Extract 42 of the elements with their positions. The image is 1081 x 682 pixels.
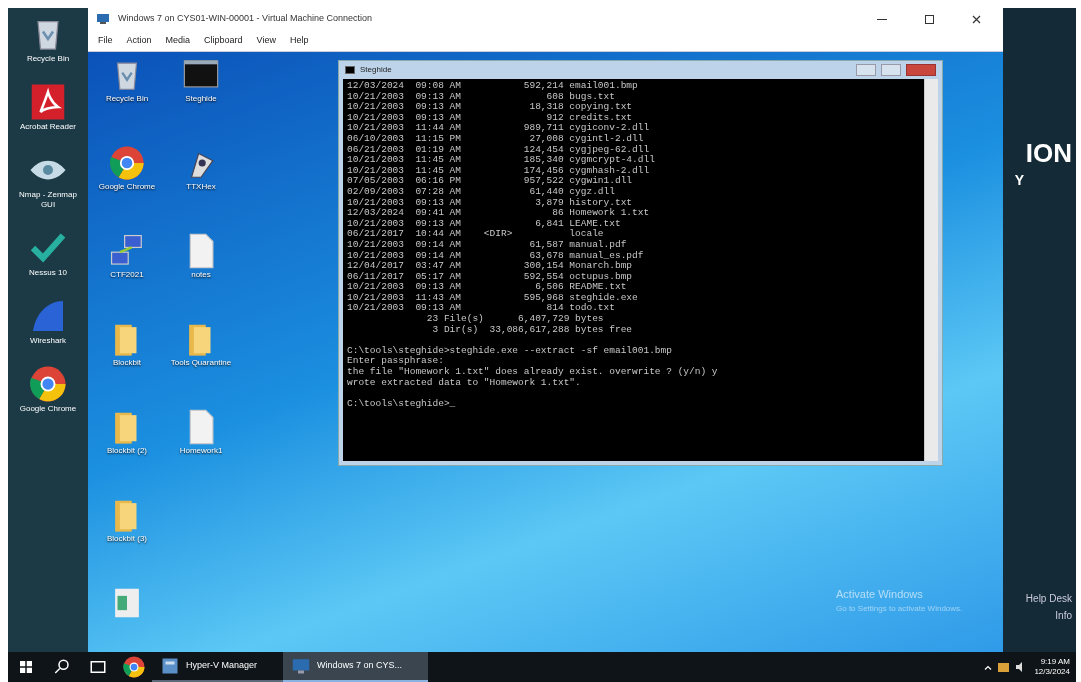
menu-item[interactable]: Media xyxy=(165,33,191,48)
icon-label[interactable]: Acrobat Reader xyxy=(20,122,76,132)
maximize-icon[interactable] xyxy=(925,14,934,24)
scrollbar[interactable] xyxy=(924,79,938,461)
icon-label[interactable]: CTF2021 xyxy=(110,270,144,280)
icon-label[interactable]: Steghide xyxy=(185,94,217,104)
taskbar-button[interactable]: Windows 7 on CYS... xyxy=(283,652,429,682)
icon-label[interactable]: Google Chrome xyxy=(19,404,77,414)
menu-item[interactable]: Action xyxy=(126,33,152,48)
icon-label[interactable]: Recycle Bin xyxy=(105,94,149,104)
icon-label[interactable]: Nessus 10 xyxy=(29,268,67,278)
desktop-text: Help Desk xyxy=(1025,592,1072,606)
activation-title: Activate Windows xyxy=(836,587,924,602)
minimize-icon[interactable] xyxy=(877,18,887,20)
clock-date[interactable]: 12/3/2024 xyxy=(1034,667,1070,677)
desktop-text: Info xyxy=(1055,609,1072,623)
browser-icon[interactable] xyxy=(28,364,68,404)
vm-connection-icon xyxy=(96,13,110,25)
wallpaper-text: Y xyxy=(1014,171,1024,190)
icon-label[interactable]: Wireshark xyxy=(30,336,66,346)
activation-subtitle: Go to Settings to activate Windows. xyxy=(836,602,963,615)
browser-icon[interactable] xyxy=(122,655,146,679)
icon-label[interactable]: Google Chrome xyxy=(98,182,156,192)
network-icon[interactable] xyxy=(998,662,1010,672)
chevron-up-icon[interactable] xyxy=(984,664,993,670)
window-title: Steghide xyxy=(360,64,392,76)
close-icon[interactable] xyxy=(972,14,981,24)
menu-item[interactable]: View xyxy=(256,33,276,48)
icon-label[interactable]: Blockbit xyxy=(113,358,141,368)
icon-label[interactable]: Nmap - Zenmap GUI xyxy=(12,190,84,210)
wallpaper-text: ION xyxy=(1025,138,1072,168)
clock-time[interactable]: 9:19 AM xyxy=(1040,657,1070,667)
menu-item[interactable]: Clipboard xyxy=(204,33,243,48)
icon-label[interactable]: notes xyxy=(191,270,211,280)
menu-item[interactable]: File xyxy=(98,33,113,48)
icon-label[interactable]: Tools Quarantine xyxy=(170,358,232,368)
console-icon xyxy=(345,66,355,74)
icon-label[interactable]: Recycle Bin xyxy=(26,54,70,64)
console-output: 12/03/2024 09:08 AM 592,214 email001.bmp 10/21/2003 09:13 AM 608 bugs.txt 10/21/2003 09:13 AM 18,318 copying.txt 10/21/2003 09:13 AM 912 credits.txt 10/21/2003 11:44 AM 989,711 cygiconv-2.dll 06/10/2003 11:15 PM 27,008 cygintl-2.dll 06/21/2003 01:19 AM 124,454 cygjpeg-62.dll 10/21/2003 11:45 AM 185,340 cygmcrypt-4.dll 10/21/2003 11:45 AM 174,456 cygmhash-2.dll 07/05/2003 06:16 PM 957,522 cygwin1.dll 02/09/2003 07:28 AM 61,440 cygz.dll 10/21/2003 09:13 AM 3,879 history.txt 12/03/2024 09:41 AM 86 Homework 1.txt 10/21/2003 09:13 AM 6,841 LEAME.txt 06/21/2017 10:44 AM <DIR> locale 10/21/2003 09:14 AM 61,587 manual.pdf 10/21/2003 09:14 AM 63,678 manual_es.pdf 12/04/2017 03:47 AM 300,154 Monarch.bmp 06/11/2017 05:17 AM 592,554 octupus.bmp 10/21/2003 09:13 AM 6,506 README.txt 10/21/2003 11:43 AM 595,968 steghide.exe 10/21/2003 09:13 AM 814 todo.txt 23 File(s) 6,407,729 bytes 3 Dir(s) 33,086,617,288 bytes free C:\tools\steghide>steghide.exe --extract -sf email001.bmp Enter passphrase: the file "Homework 1.txt" does already exist. overwrite ? (y/n) y wrote extracted data to "Homework 1.txt". C:\tools\steghide>_ xyxy=(343,79,924,461)
menu-item[interactable]: Help xyxy=(289,33,309,48)
window-title: Windows 7 on CYS01-WIN-00001 - Virtual Machine Connection xyxy=(118,12,372,26)
icon-label[interactable]: TTXHex xyxy=(186,182,216,192)
